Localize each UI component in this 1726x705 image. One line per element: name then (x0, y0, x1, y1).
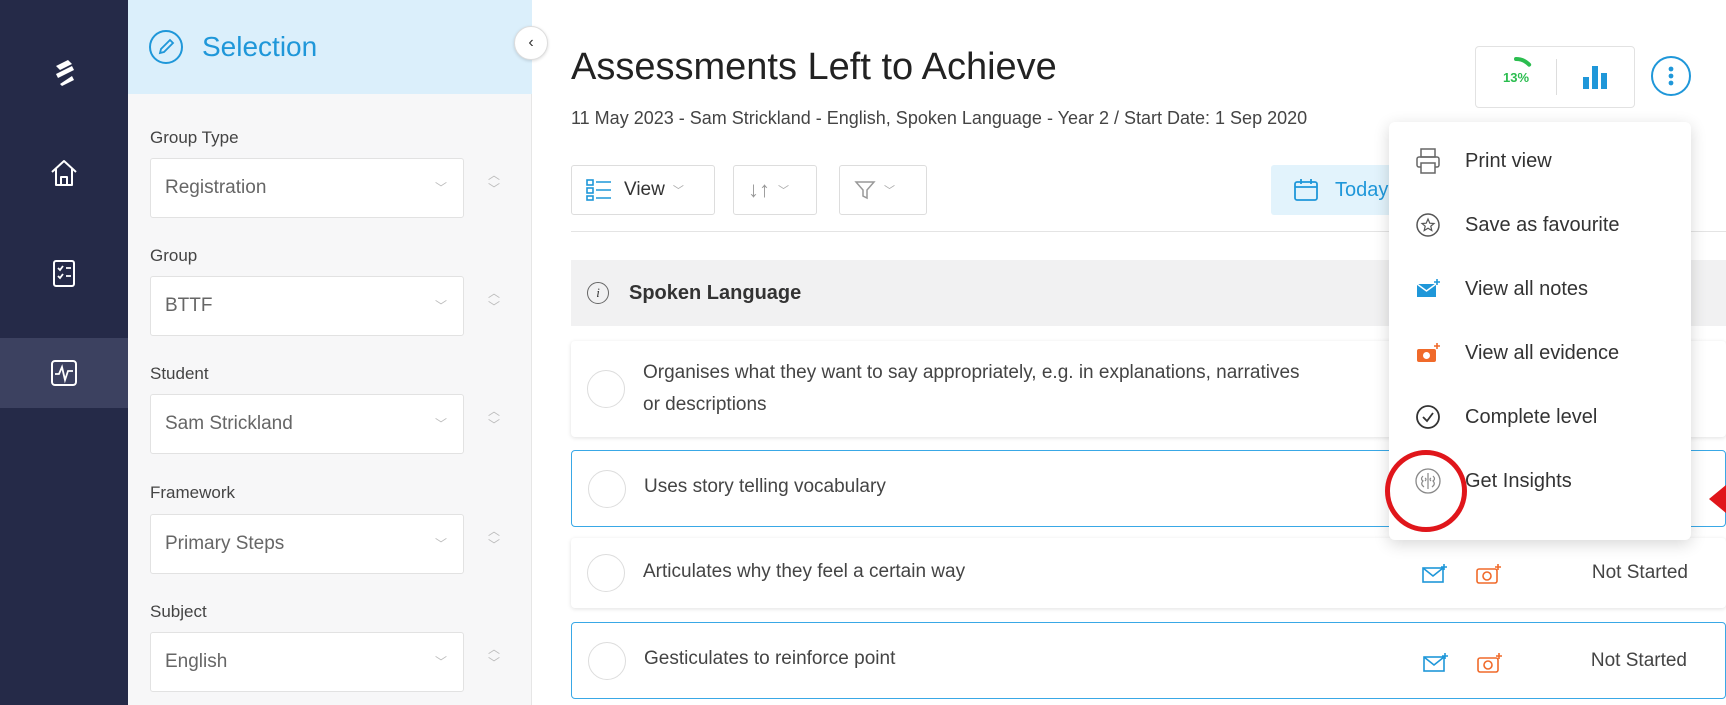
home-icon[interactable] (0, 138, 128, 208)
progress-label: 13% (1502, 70, 1530, 85)
chart-button[interactable] (1557, 63, 1634, 91)
page-title: Assessments Left to Achieve (571, 46, 1057, 88)
assessment-text: Organises what they want to say appropri… (643, 357, 1300, 421)
assessment-text-line: Organises what they want to say appropri… (643, 362, 1300, 383)
student-stepper[interactable]: ︿ ﹀ (486, 404, 502, 444)
bar-chart-icon (1583, 66, 1608, 89)
red-arrow-pointer (1709, 485, 1726, 513)
group-select[interactable]: BTTF ﹀ (150, 276, 464, 336)
menu-item-complete-level[interactable]: Complete level (1389, 386, 1691, 448)
chevron-down-icon: ﹀ (434, 537, 447, 551)
list-icon (586, 179, 611, 201)
calendar-icon (1294, 179, 1318, 201)
group-stepper[interactable]: ︿ ﹀ (486, 286, 502, 326)
assessment-text-line: or descriptions (643, 394, 767, 415)
student-label: Student (150, 364, 209, 383)
today-label: Today (1335, 178, 1389, 201)
assessment-text: Articulates why they feel a certain way (643, 561, 966, 582)
selection-panel: Selection Group Type Registration ﹀ ︿ ﹀ Gr… (128, 0, 532, 705)
assessment-text: Uses story telling vocabulary (644, 476, 886, 497)
menu-item-label: View all evidence (1465, 341, 1620, 364)
group-type-value: Registration (165, 177, 267, 198)
menu-item-label: Print view (1465, 149, 1552, 172)
chevron-down-icon: ﹀ (672, 185, 684, 197)
subject-value: English (165, 651, 228, 672)
menu-item-label: Get Insights (1465, 469, 1572, 492)
highlight-circle (1385, 450, 1467, 532)
framework-select[interactable]: Primary Steps ﹀ (150, 514, 464, 574)
group-value: BTTF (165, 295, 213, 316)
status-circle[interactable] (588, 470, 626, 508)
group-type-label: Group Type (150, 128, 239, 147)
subject-select[interactable]: English ﹀ (150, 632, 464, 692)
menu-item-label: View all notes (1465, 277, 1589, 300)
chevron-down-icon: ﹀ (434, 299, 447, 313)
assessment-row[interactable]: Articulates why they feel a certain way … (571, 538, 1726, 608)
add-evidence-icon[interactable] (1475, 562, 1503, 586)
pencil-icon (149, 30, 183, 64)
kebab-icon (1668, 66, 1674, 86)
group-type-stepper[interactable]: ︿ ﹀ (486, 168, 502, 208)
evidence-icon (1413, 338, 1443, 368)
status-circle[interactable] (587, 370, 625, 408)
add-note-icon[interactable] (1422, 651, 1450, 675)
section-title: Spoken Language (629, 281, 802, 304)
collapse-panel-button[interactable]: ‹ (514, 26, 548, 60)
chevron-down-icon: ﹀ (434, 417, 447, 431)
menu-item-view-evidence[interactable]: View all evidence (1389, 322, 1691, 384)
student-value: Sam Strickland (165, 413, 293, 434)
sort-button[interactable]: ↓↑ ﹀ (733, 165, 817, 215)
page-subtitle: 11 May 2023 - Sam Strickland - English, … (571, 108, 1308, 128)
view-label: View (624, 179, 665, 200)
status-text: Not Started (1590, 650, 1687, 671)
group-label: Group (150, 246, 198, 265)
status-circle[interactable] (588, 642, 626, 680)
progress-arc (1514, 57, 1532, 67)
status-text: Not Started (1591, 562, 1688, 583)
view-button[interactable]: View ﹀ (571, 165, 715, 215)
panel-header: Selection (128, 0, 532, 94)
chevron-down-icon: ﹀ (434, 181, 447, 195)
printer-icon (1413, 146, 1443, 176)
menu-item-label: Complete level (1465, 405, 1598, 428)
check-circle-icon (1413, 402, 1443, 432)
add-evidence-icon[interactable] (1476, 651, 1504, 675)
subject-label: Subject (150, 602, 207, 621)
chevron-down-icon: ﹀ (884, 185, 895, 197)
chevron-down-icon: ﹀ (434, 655, 447, 669)
pulse-icon[interactable] (0, 338, 128, 408)
assessment-text: Gesticulates to reinforce point (644, 648, 896, 669)
student-select[interactable]: Sam Strickland ﹀ (150, 394, 464, 454)
assessment-row[interactable]: Gesticulates to reinforce point Not Star… (571, 622, 1726, 699)
sort-icon: ↓↑ (748, 177, 770, 202)
progress-indicator[interactable]: 13% (1476, 46, 1556, 108)
panel-title: Selection (202, 31, 318, 62)
framework-value: Primary Steps (165, 533, 285, 554)
status-circle[interactable] (587, 554, 625, 592)
framework-stepper[interactable]: ︿ ﹀ (486, 524, 502, 564)
filter-button[interactable]: ﹀ (839, 165, 927, 215)
logo-icon[interactable] (0, 42, 128, 102)
star-icon (1413, 210, 1443, 240)
group-type-select[interactable]: Registration ﹀ (150, 158, 464, 218)
menu-item-label: Save as favourite (1465, 213, 1620, 236)
checklist-icon[interactable] (0, 238, 128, 308)
stats-panel[interactable]: 13% (1475, 46, 1635, 108)
menu-item-save-favourite[interactable]: Save as favourite (1389, 194, 1691, 256)
chevron-down-icon: ﹀ (778, 185, 789, 197)
notes-icon (1413, 274, 1443, 304)
filter-icon (854, 181, 876, 200)
framework-label: Framework (150, 483, 236, 502)
menu-item-print-view[interactable]: Print view (1389, 130, 1691, 192)
chevron-left-icon: ‹ (528, 34, 534, 51)
info-icon[interactable]: i (587, 282, 609, 304)
subject-stepper[interactable]: ︿ ﹀ (486, 642, 502, 682)
nav-rail (0, 0, 128, 705)
add-note-icon[interactable] (1421, 562, 1449, 586)
more-options-button[interactable] (1651, 56, 1691, 96)
menu-item-view-notes[interactable]: View all notes (1389, 258, 1691, 320)
